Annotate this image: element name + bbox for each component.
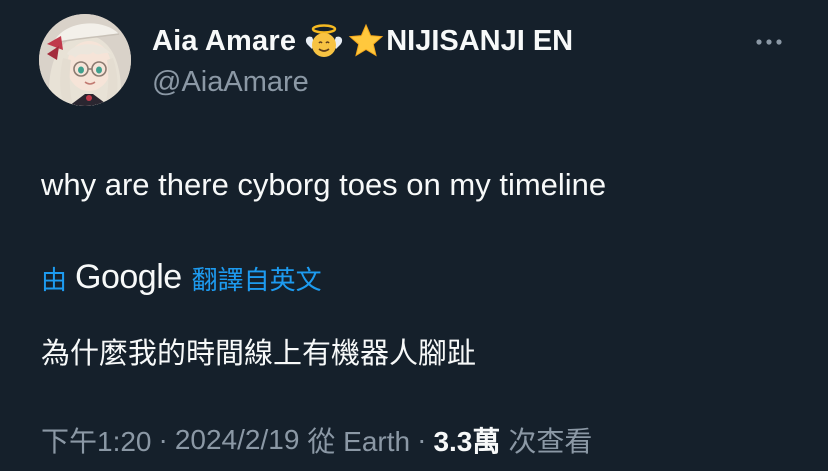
tweet-card: Aia Amare NIJISANJI EN @AiaAmare why are… — [0, 0, 828, 471]
avatar-image — [39, 14, 131, 106]
more-options-button[interactable] — [752, 30, 788, 54]
translated-text: 為什麼我的時間線上有機器人腳趾 — [41, 338, 477, 370]
name-row: Aia Amare NIJISANJI EN — [152, 22, 573, 60]
meta-separator: · — [158, 424, 168, 455]
tweet-date[interactable]: 2024/2/19 — [175, 424, 300, 456]
more-horizontal-icon — [756, 39, 782, 45]
meta-separator: · — [417, 424, 427, 455]
translation-attribution: 由 Google 翻譯自英文 — [41, 258, 322, 298]
views-label: 次查看 — [508, 426, 593, 457]
org-label: NIJISANJI EN — [386, 24, 574, 57]
tweet-meta: 下午1:20 · 2024/2/19 從 Earth · 3.3萬 次查看 — [41, 420, 592, 460]
angel-emoji-icon — [304, 23, 344, 59]
tweet-text: why are there cyborg toes on my timeline — [41, 167, 607, 202]
display-name[interactable]: Aia Amare — [152, 25, 296, 58]
translated-from-link[interactable]: 翻譯自英文 — [192, 260, 322, 297]
avatar[interactable] — [39, 14, 131, 106]
tweet-time[interactable]: 下午1:20 — [41, 420, 152, 460]
user-handle[interactable]: @AiaAmare — [152, 66, 573, 99]
google-logo[interactable]: Google — [75, 258, 182, 297]
star-emoji-icon — [347, 23, 385, 59]
views-count[interactable]: 3.3萬 — [433, 420, 500, 460]
author-info: Aia Amare NIJISANJI EN @AiaAmare — [152, 22, 573, 99]
translated-by-label: 由 — [41, 265, 68, 295]
tweet-source: 從 Earth — [307, 426, 411, 457]
